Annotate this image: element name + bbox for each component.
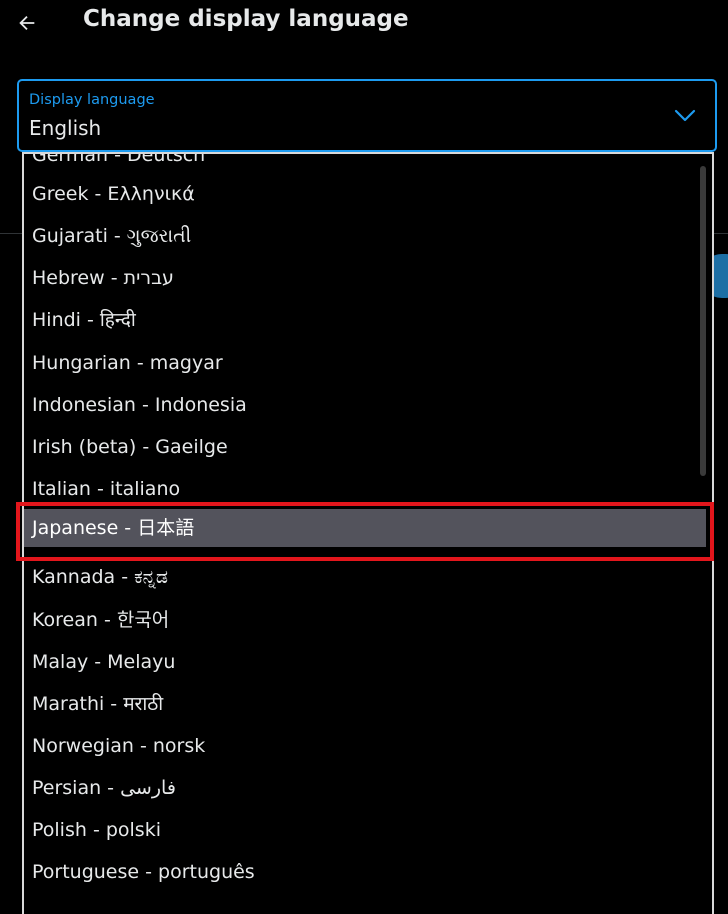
arrow-left-icon — [19, 15, 35, 31]
language-option[interactable]: Greek - Ελληνικά — [24, 173, 706, 215]
chevron-down-icon — [674, 109, 696, 122]
language-option[interactable]: Indonesian - Indonesia — [24, 384, 706, 426]
language-option[interactable]: Japanese - 日本語 — [24, 509, 706, 547]
scrollbar-thumb[interactable] — [700, 166, 706, 476]
listbox-scrollbar[interactable] — [698, 154, 708, 900]
select-label: Display language — [29, 92, 155, 108]
language-option[interactable]: Hindi - हिन्दी — [24, 299, 706, 341]
language-option[interactable]: Hungarian - magyar — [24, 342, 706, 384]
language-option[interactable]: Norwegian - norsk — [24, 725, 706, 767]
page-title: Change display language — [83, 6, 409, 32]
language-option[interactable]: Persian - فارسی — [24, 767, 706, 809]
language-option[interactable]: Portuguese - português — [24, 851, 706, 893]
language-listbox[interactable]: German - Deutsch Greek - Ελληνικά Gujarati… — [22, 152, 714, 914]
language-option[interactable]: Marathi - मराठी — [24, 683, 706, 725]
language-option[interactable]: Malay - Melayu — [24, 641, 706, 683]
language-option[interactable]: Gujarati - ગુજરાતી — [24, 215, 706, 257]
language-option[interactable]: Korean - 한국어 — [24, 599, 706, 641]
language-option[interactable]: Kannada - ಕನ್ನಡ — [24, 556, 706, 598]
background-divider-right — [714, 233, 728, 234]
display-language-select[interactable]: Display language English — [17, 79, 717, 152]
language-option[interactable]: Irish (beta) - Gaeilge — [24, 426, 706, 468]
language-option[interactable]: Hebrew - עברית — [24, 257, 706, 299]
select-value: English — [29, 116, 102, 140]
back-button[interactable] — [12, 8, 42, 38]
header: Change display language — [0, 0, 728, 44]
language-option[interactable]: Polish - polski — [24, 809, 706, 851]
background-divider — [0, 233, 22, 234]
language-option[interactable]: Italian - italiano — [24, 468, 706, 510]
